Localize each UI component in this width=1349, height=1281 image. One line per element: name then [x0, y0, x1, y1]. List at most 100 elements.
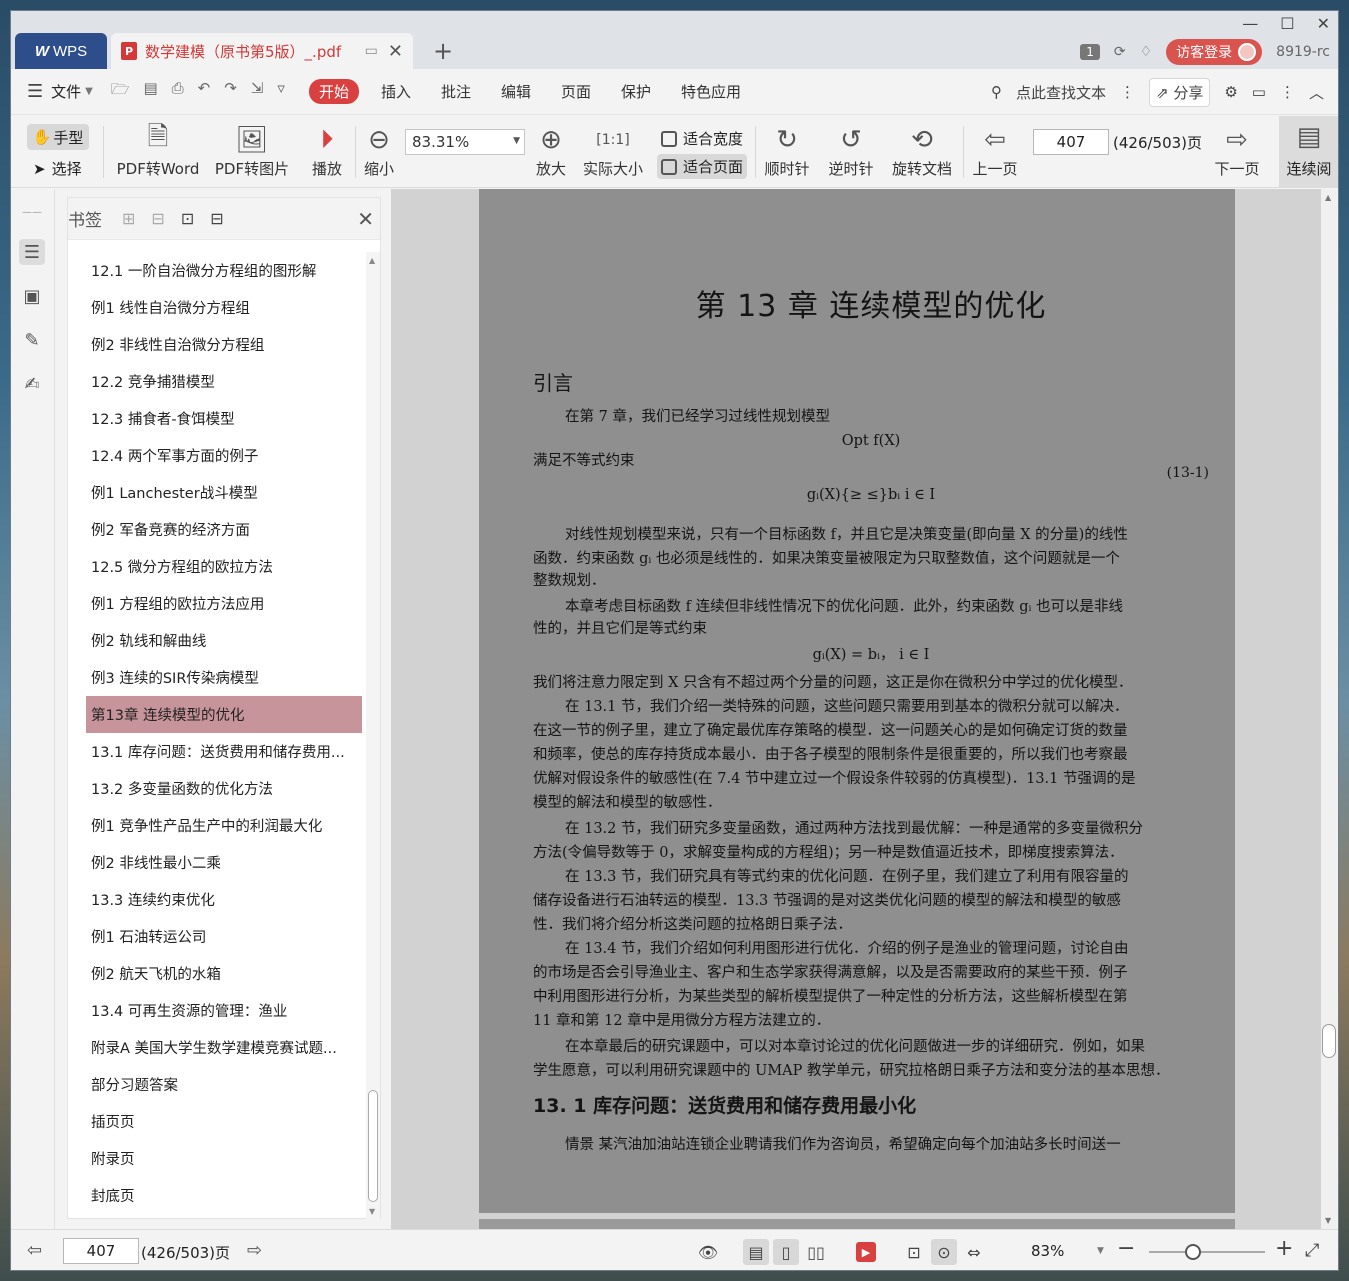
more-vertical-icon[interactable]: ⋮: [1120, 83, 1135, 101]
bookmark-scrollbar[interactable]: ▲ ▼: [366, 252, 380, 1220]
bookmark-item[interactable]: 例2 军备竞赛的经济方面: [86, 511, 362, 548]
bookmark-item[interactable]: 例2 非线性自治微分方程组: [86, 326, 362, 363]
close-panel-icon[interactable]: ✕: [357, 207, 374, 231]
continuous-view-icon[interactable]: ▤: [743, 1239, 769, 1265]
bookmark-item[interactable]: 部分习题答案: [86, 1066, 362, 1103]
continuous-read-button[interactable]: ▤ 连续阅: [1279, 116, 1338, 188]
page-number-input[interactable]: 407: [1033, 129, 1109, 155]
bookmark-item[interactable]: 例2 非线性最小二乘: [86, 844, 362, 881]
scrollbar-thumb[interactable]: [368, 1090, 378, 1202]
status-page-input[interactable]: 407: [63, 1238, 139, 1264]
thumbnail-image-icon[interactable]: ▣: [19, 283, 45, 309]
hand-tool-button[interactable]: ✋ 手型: [27, 124, 89, 150]
bookmark-item[interactable]: 附录页: [86, 1140, 362, 1177]
save-icon[interactable]: ▤: [143, 79, 157, 104]
rotate-clockwise-button[interactable]: ↻ 顺时针: [761, 122, 813, 179]
tab-protect[interactable]: 保护: [621, 81, 651, 102]
print-icon[interactable]: ⎙: [172, 79, 184, 104]
expand-all-icon[interactable]: ⊞: [122, 209, 135, 228]
bookmark-item[interactable]: 例1 Lanchester战斗模型: [86, 474, 362, 511]
redo-icon[interactable]: ↷: [224, 79, 237, 104]
minimize-icon[interactable]: —: [1242, 14, 1258, 33]
search-text-button[interactable]: 点此查找文本: [1016, 82, 1106, 103]
bookmark-item[interactable]: 13.4 可再生资源的管理：渔业: [86, 992, 362, 1029]
zoom-slider-knob[interactable]: [1185, 1244, 1201, 1260]
bookmark-options-icon[interactable]: ⊟: [210, 209, 223, 228]
play-button[interactable]: ⏵ 播放: [307, 122, 347, 179]
status-prev-page-icon[interactable]: ⇦: [27, 1240, 42, 1261]
zoom-level-select[interactable]: 83.31% ▼: [405, 129, 525, 155]
tab-features[interactable]: 特色应用: [681, 81, 741, 102]
bookmark-item[interactable]: 例2 轨线和解曲线: [86, 622, 362, 659]
tab-start[interactable]: 开始: [308, 79, 359, 104]
document-scrollbar-thumb[interactable]: [1322, 1024, 1336, 1058]
tab-insert[interactable]: 插入: [381, 81, 411, 102]
next-page-button[interactable]: ⇨ 下一页: [1211, 122, 1263, 179]
undo-icon[interactable]: ↶: [198, 79, 211, 104]
close-window-icon[interactable]: ✕: [1317, 14, 1330, 33]
eye-protection-icon[interactable]: 👁: [695, 1239, 721, 1265]
actual-size-status-icon[interactable]: ⊡: [901, 1239, 927, 1265]
signature-icon[interactable]: ✍: [19, 371, 45, 397]
rotate-document-button[interactable]: ⟲ 旋转文档: [889, 122, 955, 179]
bookmark-item[interactable]: 例1 竞争性产品生产中的利润最大化: [86, 807, 362, 844]
bookmark-item[interactable]: 13.2 多变量函数的优化方法: [86, 770, 362, 807]
bookmark-item[interactable]: 例1 石油转运公司: [86, 918, 362, 955]
fit-page-status-icon[interactable]: ⊙: [931, 1239, 957, 1265]
scroll-down-icon[interactable]: ▼: [369, 1207, 375, 1216]
sync-icon[interactable]: ⟳: [1114, 44, 1126, 60]
guest-login-button[interactable]: 访客登录: [1166, 39, 1263, 65]
scroll-up-icon[interactable]: ▲: [369, 256, 375, 265]
zoom-minus-icon[interactable]: −: [1117, 1236, 1135, 1261]
tab-preview-icon[interactable]: ▭: [365, 43, 378, 59]
select-tool-button[interactable]: ➤ 选择: [33, 158, 82, 179]
tab-annotate[interactable]: 批注: [441, 81, 471, 102]
zoom-out-button[interactable]: ⊖ 缩小: [361, 122, 397, 179]
actual-size-button[interactable]: [1:1] 实际大小: [579, 122, 647, 179]
bookmark-item[interactable]: 12.4 两个军事方面的例子: [86, 437, 362, 474]
bookmark-item[interactable]: 封底页: [86, 1177, 362, 1214]
bookmark-item[interactable]: 12.3 捕食者-食饵模型: [86, 400, 362, 437]
close-tab-icon[interactable]: ✕: [388, 41, 403, 62]
new-tab-button[interactable]: +: [433, 37, 453, 65]
fit-width-status-icon[interactable]: ⇔: [961, 1239, 987, 1265]
bookmark-item[interactable]: 例1 线性自治微分方程组: [86, 289, 362, 326]
comment-icon[interactable]: ▭: [1252, 83, 1266, 101]
rotate-counterclockwise-button[interactable]: ↺ 逆时针: [825, 122, 877, 179]
bookmark-list-icon[interactable]: ☰: [19, 239, 45, 265]
hamburger-menu-icon[interactable]: ☰: [27, 81, 43, 102]
collapse-ribbon-icon[interactable]: ︿: [1309, 82, 1324, 103]
scroll-down-icon[interactable]: ▼: [1325, 1216, 1331, 1225]
search-icon[interactable]: ⚲: [991, 83, 1002, 101]
bookmark-item[interactable]: 例1 方程组的欧拉方法应用: [86, 585, 362, 622]
bookmark-item[interactable]: 第13章 连续模型的优化: [86, 696, 362, 733]
maximize-icon[interactable]: ☐: [1280, 14, 1294, 33]
export-icon[interactable]: ⇲: [251, 79, 264, 104]
add-bookmark-icon[interactable]: ⊡: [181, 209, 194, 228]
fit-width-button[interactable]: 适合宽度: [657, 126, 747, 151]
window-count-badge[interactable]: 1: [1080, 44, 1100, 60]
open-folder-icon[interactable]: 🗁: [111, 79, 130, 104]
play-slideshow-icon[interactable]: ▶: [856, 1242, 876, 1262]
status-next-page-icon[interactable]: ⇨: [247, 1240, 262, 1261]
fullscreen-icon[interactable]: ⤢: [1305, 1240, 1319, 1261]
settings-gear-icon[interactable]: ⚙: [1224, 83, 1237, 101]
zoom-in-button[interactable]: ⊕ 放大: [533, 122, 569, 179]
pdf-to-word-button[interactable]: 🗎 PDF转Word: [115, 122, 201, 179]
bookmark-item[interactable]: 13.3 连续约束优化: [86, 881, 362, 918]
chevron-down-icon[interactable]: ▼: [1097, 1246, 1104, 1256]
pdf-to-image-button[interactable]: 🖼 PDF转图片: [211, 122, 293, 179]
document-viewport[interactable]: 第 13 章 连续模型的优化 引言 在第 7 章，我们已经学习过线性规划模型 O…: [391, 189, 1337, 1229]
fit-page-button[interactable]: 适合页面: [657, 154, 748, 179]
bookmark-item[interactable]: 例2 航天飞机的水箱: [86, 955, 362, 992]
bookmark-item[interactable]: 例3 连续的SIR传染病模型: [86, 659, 362, 696]
bookmark-item[interactable]: 附录A 美国大学生数学建模竞赛试题...: [86, 1029, 362, 1066]
annotation-icon[interactable]: ✎: [19, 327, 45, 353]
chevron-down-icon[interactable]: ▼: [85, 86, 93, 97]
bookmark-item[interactable]: 13.1 库存问题：送货费用和储存费用...: [86, 733, 362, 770]
bookmark-item[interactable]: 12.1 一阶自治微分方程组的图形解: [86, 252, 362, 289]
file-menu[interactable]: 文件: [51, 81, 81, 102]
share-button[interactable]: ⇗ 分享: [1148, 77, 1211, 107]
tab-page[interactable]: 页面: [561, 81, 591, 102]
tab-edit[interactable]: 编辑: [501, 81, 531, 102]
